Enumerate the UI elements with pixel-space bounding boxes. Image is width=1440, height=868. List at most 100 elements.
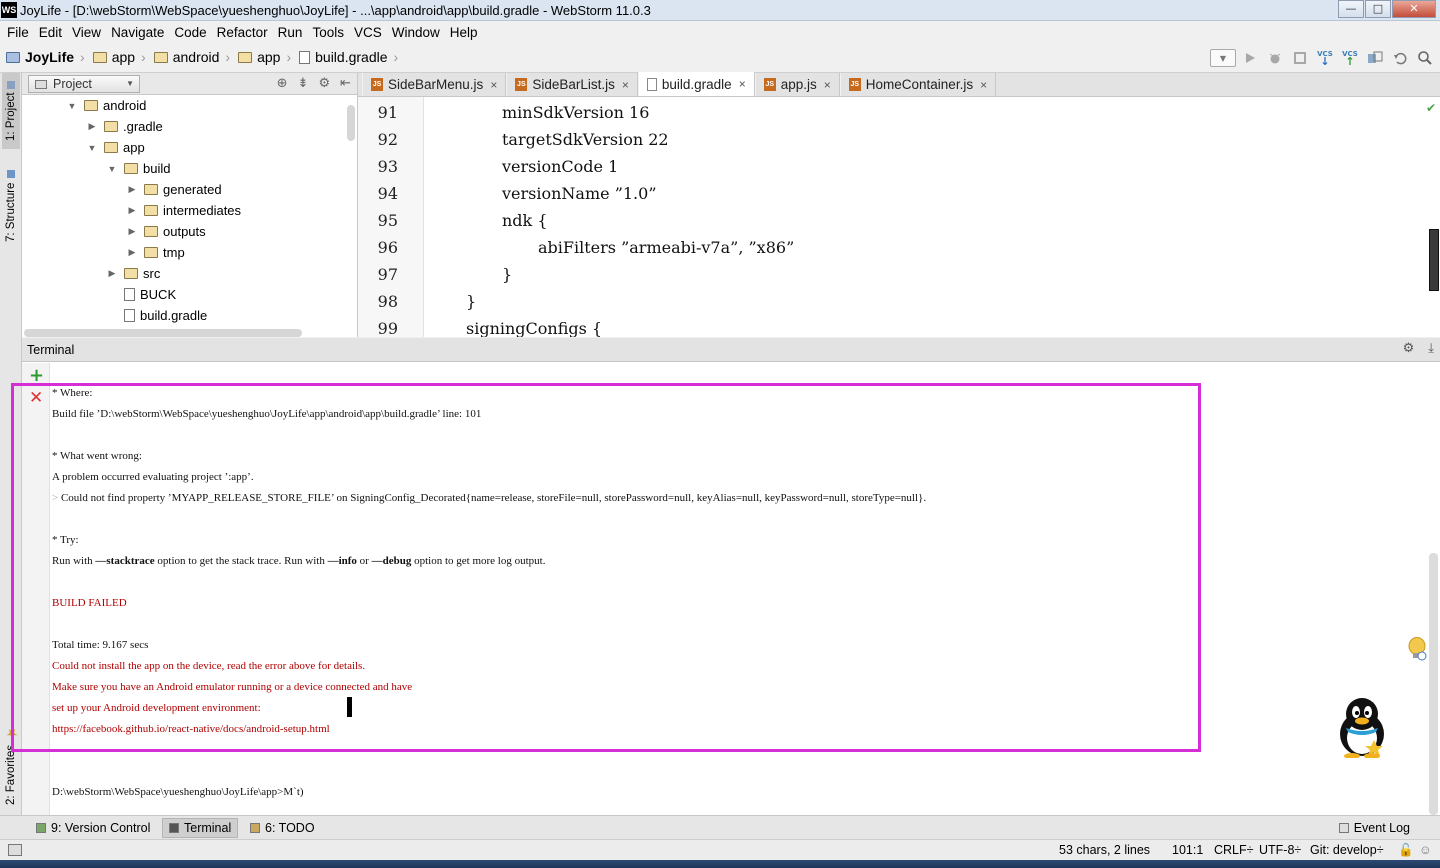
folder-icon xyxy=(104,142,118,153)
annotation-highlight-box xyxy=(11,383,1201,752)
run-icon[interactable] xyxy=(1239,47,1261,69)
folder-icon xyxy=(238,51,253,63)
menu-tools[interactable]: Tools xyxy=(307,25,349,40)
chevron-right-icon[interactable]: ▶ xyxy=(104,268,120,279)
chevron-right-icon[interactable]: ▶ xyxy=(84,121,100,132)
close-tab-icon[interactable]: × xyxy=(739,77,746,91)
close-tab-icon[interactable]: × xyxy=(622,78,629,92)
tree-node[interactable]: ▶ generated xyxy=(124,179,222,200)
menu-edit[interactable]: Edit xyxy=(34,25,67,40)
terminal-scrollbar[interactable] xyxy=(1429,553,1438,815)
hide-panel-icon[interactable]: ⇤ xyxy=(340,76,351,91)
tree-node[interactable]: ▼ app xyxy=(84,137,145,158)
project-tool-tab[interactable]: 1: Project xyxy=(2,73,20,149)
breadcrumb-label: build.gradle xyxy=(315,49,388,65)
vcs-update-icon[interactable]: VCS ↓ xyxy=(1314,47,1336,69)
tree-horizontal-scrollbar[interactable] xyxy=(24,329,302,337)
tree-vertical-scrollbar[interactable] xyxy=(347,105,355,141)
editor-tab[interactable]: JS SideBarList.js × xyxy=(506,73,638,96)
terminal-tab[interactable]: Terminal xyxy=(162,818,239,838)
version-control-tab[interactable]: 9: Version Control xyxy=(30,818,156,838)
revert-icon[interactable] xyxy=(1389,47,1411,69)
code-line: minSdkVersion 16 xyxy=(502,103,650,122)
vcs-commit-icon[interactable]: VCS ↑ xyxy=(1339,47,1361,69)
breadcrumb-item[interactable]: build.gradle › xyxy=(299,49,402,65)
menu-window[interactable]: Window xyxy=(387,25,445,40)
locate-icon[interactable]: ⊕ xyxy=(277,76,288,91)
breadcrumb-item[interactable]: android › xyxy=(153,49,234,65)
debug-icon[interactable] xyxy=(1264,47,1286,69)
menu-file[interactable]: File xyxy=(2,25,34,40)
chevron-right-icon[interactable]: ▶ xyxy=(124,226,140,237)
coverage-icon[interactable] xyxy=(1289,47,1311,69)
breadcrumb-label: app xyxy=(111,49,136,65)
navigation-bar: JoyLife › app › android › app › build.gradle › ▼ … xyxy=(0,43,1440,73)
tree-node[interactable]: ▼ build xyxy=(104,158,171,179)
tree-node[interactable]: ▶ intermediates xyxy=(124,200,242,221)
chevron-right-icon[interactable]: ▶ xyxy=(124,205,140,216)
menu-run[interactable]: Run xyxy=(273,25,308,40)
gear-icon[interactable]: ⚙ xyxy=(318,76,330,91)
minimize-button[interactable]: — xyxy=(1338,0,1364,18)
terminal-header-tools: ⚙ ⤓ xyxy=(1389,341,1434,356)
project-view-selector[interactable]: Project ▼ xyxy=(28,75,140,93)
toggle-tool-windows-icon[interactable] xyxy=(8,844,22,856)
tree-node[interactable]: ▶ src xyxy=(104,263,161,284)
menu-help[interactable]: Help xyxy=(445,25,483,40)
menu-vcs[interactable]: VCS xyxy=(349,25,387,40)
gear-icon[interactable]: ⚙ xyxy=(1403,341,1415,356)
window-controls: — □ ✕ xyxy=(1337,0,1436,18)
hide-panel-icon[interactable]: ⤓ xyxy=(1428,341,1434,356)
maximize-button[interactable]: □ xyxy=(1365,0,1391,18)
close-tab-icon[interactable]: × xyxy=(824,78,831,92)
breadcrumb-separator: › xyxy=(225,49,231,65)
compare-icon[interactable] xyxy=(1364,47,1386,69)
tree-node-label: intermediates xyxy=(163,203,242,218)
tree-node[interactable]: ▶ .gradle xyxy=(84,116,163,137)
close-window-button[interactable]: ✕ xyxy=(1392,0,1436,18)
breadcrumb-item[interactable]: app › xyxy=(92,49,150,65)
code-area[interactable]: minSdkVersion 16 targetSdkVersion 22 versi… xyxy=(424,97,1440,337)
file-encoding[interactable]: UTF-8÷ xyxy=(1259,843,1301,857)
close-tab-icon[interactable]: × xyxy=(980,78,987,92)
search-icon[interactable] xyxy=(1414,47,1436,69)
gradle-file-icon xyxy=(646,77,657,91)
chevron-right-icon[interactable]: ▶ xyxy=(124,247,140,258)
caret-position[interactable]: 101:1 xyxy=(1172,843,1203,857)
line-separator[interactable]: CRLF÷ xyxy=(1214,843,1254,857)
tree-node[interactable]: BUCK xyxy=(104,284,176,305)
tree-node-label: android xyxy=(103,98,147,113)
menu-refactor[interactable]: Refactor xyxy=(212,25,273,40)
inspector-icon[interactable]: ☺ xyxy=(1419,843,1432,857)
collapse-all-icon[interactable]: ⇟ xyxy=(298,76,309,91)
close-tab-icon[interactable]: × xyxy=(490,78,497,92)
menu-code[interactable]: Code xyxy=(169,25,211,40)
run-config-dropdown[interactable]: ▼ xyxy=(1210,49,1236,67)
breadcrumb-item[interactable]: JoyLife › xyxy=(6,49,89,65)
tree-node[interactable]: ▶ tmp xyxy=(124,242,185,263)
editor-tab[interactable]: JS app.js × xyxy=(754,73,840,96)
chevron-down-icon[interactable]: ▼ xyxy=(104,164,120,174)
chevron-right-icon[interactable]: ▶ xyxy=(124,184,140,195)
qq-penguin-icon[interactable] xyxy=(1330,694,1394,759)
todo-tab[interactable]: 6: TODO xyxy=(244,818,321,838)
menu-navigate[interactable]: Navigate xyxy=(106,25,169,40)
breadcrumb-item[interactable]: app › xyxy=(238,49,295,65)
lock-icon[interactable]: 🔓 xyxy=(1398,843,1414,858)
terminal-icon xyxy=(169,823,179,833)
line-number: 93 xyxy=(377,157,398,176)
editor-tab[interactable]: JS SideBarMenu.js × xyxy=(362,73,507,96)
project-tree: ▼ android ▶ .gradle ▼ app ▼ build ▶ generated ▶ int… xyxy=(22,95,344,327)
editor-tab[interactable]: JS HomeContainer.js × xyxy=(839,73,997,96)
event-log-tab[interactable]: Event Log xyxy=(1333,818,1416,838)
menu-view[interactable]: View xyxy=(67,25,106,40)
chevron-down-icon[interactable]: ▼ xyxy=(64,101,80,111)
tree-node[interactable]: build.gradle xyxy=(104,305,207,326)
structure-tool-tab[interactable]: 7: Structure xyxy=(2,163,20,249)
chevron-down-icon[interactable]: ▼ xyxy=(84,143,100,153)
editor-tab[interactable]: build.gradle × xyxy=(637,72,755,96)
lightbulb-icon[interactable] xyxy=(1406,636,1428,662)
tree-node[interactable]: ▶ outputs xyxy=(124,221,206,242)
git-branch[interactable]: Git: develop÷ xyxy=(1310,843,1384,857)
tree-node[interactable]: ▼ android xyxy=(64,95,147,116)
